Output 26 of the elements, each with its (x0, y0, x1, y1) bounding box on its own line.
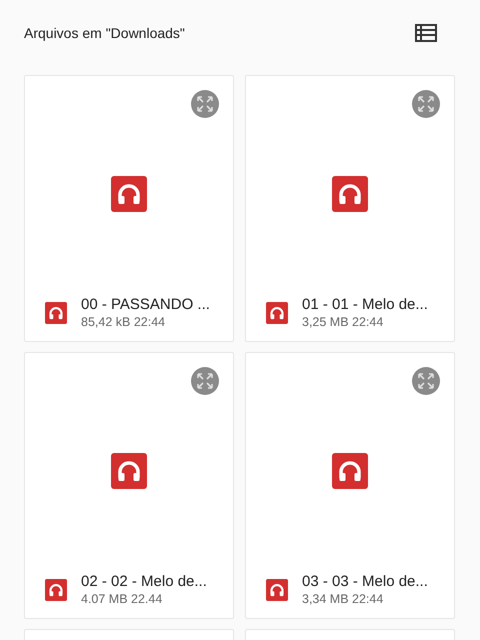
file-card[interactable]: 00 - PASSANDO ... 85,42 kB 22:44 (24, 75, 234, 342)
music-file-icon (332, 453, 368, 489)
folder-title: Arquivos em "Downloads" (24, 25, 185, 41)
file-name: 02 - 02 - Melo de... (81, 573, 207, 590)
file-card[interactable]: 02 - 02 - Melo de... 4.07 MB 22.44 (24, 352, 234, 619)
music-file-icon (266, 578, 288, 600)
expand-icon[interactable] (412, 367, 440, 395)
file-card[interactable]: 03 - 03 - Melo de... 3,34 MB 22:44 (245, 352, 455, 619)
expand-icon[interactable] (191, 367, 219, 395)
file-name: 00 - PASSANDO ... (81, 296, 210, 313)
list-view-icon[interactable] (415, 24, 437, 42)
expand-icon[interactable] (412, 90, 440, 118)
music-file-icon (266, 302, 288, 324)
music-file-icon (332, 176, 368, 212)
file-details: 3,34 MB 22:44 (302, 592, 384, 606)
music-file-icon (45, 578, 67, 600)
music-file-icon (111, 453, 147, 489)
file-name: 01 - 01 - Melo de... (302, 296, 428, 313)
file-details: 85,42 kB 22:44 (81, 315, 166, 329)
file-card[interactable]: 01 - 01 - Melo de... 3,25 MB 22:44 (245, 75, 455, 342)
file-name: 03 - 03 - Melo de... (302, 573, 428, 590)
music-file-icon (45, 302, 67, 324)
file-details: 3,25 MB 22:44 (302, 315, 384, 329)
expand-icon[interactable] (191, 90, 219, 118)
music-file-icon (111, 176, 147, 212)
file-details: 4.07 MB 22.44 (81, 592, 164, 606)
